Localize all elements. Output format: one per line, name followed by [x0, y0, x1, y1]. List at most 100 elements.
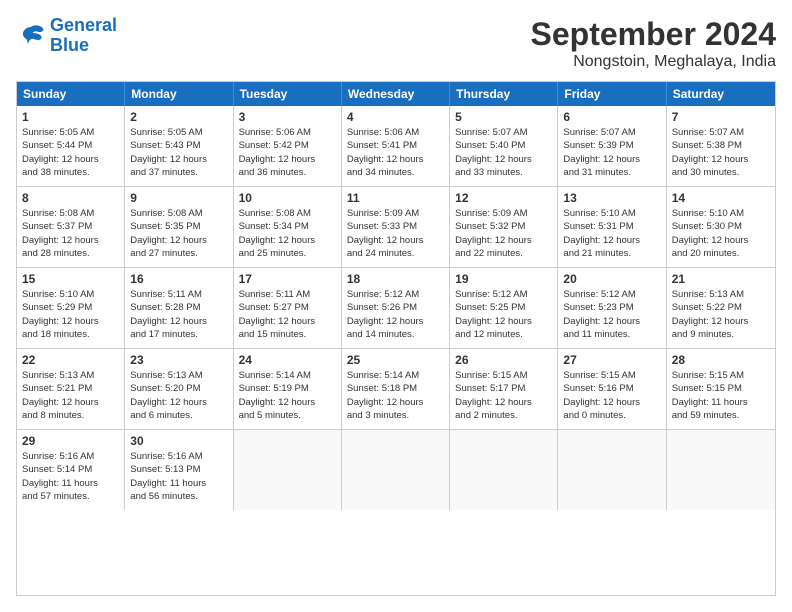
day-number: 3	[239, 110, 336, 124]
calendar-cell: 9Sunrise: 5:08 AMSunset: 5:35 PMDaylight…	[125, 187, 233, 267]
calendar-cell: 1Sunrise: 5:05 AMSunset: 5:44 PMDaylight…	[17, 106, 125, 186]
day-info-line: Sunset: 5:44 PM	[22, 139, 119, 152]
day-number: 9	[130, 191, 227, 205]
day-info-line: Sunset: 5:13 PM	[130, 463, 227, 476]
day-info-line: Sunset: 5:29 PM	[22, 301, 119, 314]
day-number: 15	[22, 272, 119, 286]
day-info-line: and 25 minutes.	[239, 247, 336, 260]
calendar-cell: 27Sunrise: 5:15 AMSunset: 5:16 PMDayligh…	[558, 349, 666, 429]
calendar-cell	[234, 430, 342, 510]
day-info-line: Sunset: 5:17 PM	[455, 382, 552, 395]
day-info-line: Sunrise: 5:10 AM	[563, 207, 660, 220]
day-info-line: and 30 minutes.	[672, 166, 770, 179]
calendar-day-header: Thursday	[450, 82, 558, 106]
calendar-cell: 26Sunrise: 5:15 AMSunset: 5:17 PMDayligh…	[450, 349, 558, 429]
logo: General Blue	[16, 16, 117, 56]
day-info-line: Sunset: 5:28 PM	[130, 301, 227, 314]
day-info-line: Sunrise: 5:06 AM	[239, 126, 336, 139]
day-number: 17	[239, 272, 336, 286]
day-number: 14	[672, 191, 770, 205]
day-info-line: and 34 minutes.	[347, 166, 444, 179]
day-number: 24	[239, 353, 336, 367]
day-number: 2	[130, 110, 227, 124]
day-number: 18	[347, 272, 444, 286]
calendar-day-header: Friday	[558, 82, 666, 106]
day-info-line: Sunrise: 5:10 AM	[672, 207, 770, 220]
day-info-line: Daylight: 12 hours	[347, 234, 444, 247]
day-info-line: Sunset: 5:14 PM	[22, 463, 119, 476]
day-info-line: and 12 minutes.	[455, 328, 552, 341]
day-number: 27	[563, 353, 660, 367]
day-info-line: Daylight: 12 hours	[672, 315, 770, 328]
day-info-line: Sunset: 5:33 PM	[347, 220, 444, 233]
title-block: September 2024 Nongstoin, Meghalaya, Ind…	[531, 16, 776, 71]
day-info-line: Sunset: 5:18 PM	[347, 382, 444, 395]
day-info-line: Sunrise: 5:13 AM	[130, 369, 227, 382]
calendar-cell: 23Sunrise: 5:13 AMSunset: 5:20 PMDayligh…	[125, 349, 233, 429]
calendar-day-header: Monday	[125, 82, 233, 106]
day-info-line: Sunrise: 5:11 AM	[239, 288, 336, 301]
day-info-line: and 59 minutes.	[672, 409, 770, 422]
day-info-line: Daylight: 12 hours	[130, 234, 227, 247]
day-info-line: Sunrise: 5:06 AM	[347, 126, 444, 139]
day-number: 19	[455, 272, 552, 286]
day-info-line: Sunrise: 5:08 AM	[22, 207, 119, 220]
day-info-line: Sunrise: 5:12 AM	[455, 288, 552, 301]
day-info-line: and 37 minutes.	[130, 166, 227, 179]
day-info-line: Daylight: 12 hours	[455, 234, 552, 247]
day-info-line: Sunrise: 5:15 AM	[563, 369, 660, 382]
day-number: 29	[22, 434, 119, 448]
day-info-line: Daylight: 12 hours	[563, 396, 660, 409]
day-info-line: Daylight: 12 hours	[239, 234, 336, 247]
day-info-line: Daylight: 12 hours	[672, 234, 770, 247]
day-number: 26	[455, 353, 552, 367]
calendar-cell: 21Sunrise: 5:13 AMSunset: 5:22 PMDayligh…	[667, 268, 775, 348]
calendar-cell	[342, 430, 450, 510]
day-info-line: and 3 minutes.	[347, 409, 444, 422]
calendar-cell: 14 Sunrise: 5:10 AMSunset: 5:30 PMDayligh…	[667, 187, 775, 267]
calendar-cell: 3Sunrise: 5:06 AMSunset: 5:42 PMDaylight…	[234, 106, 342, 186]
day-info-line: Sunset: 5:37 PM	[22, 220, 119, 233]
day-info-line: Sunrise: 5:09 AM	[455, 207, 552, 220]
day-number: 20	[563, 272, 660, 286]
day-info-line: Daylight: 12 hours	[239, 315, 336, 328]
day-info-line: Daylight: 11 hours	[130, 477, 227, 490]
day-info-line: and 21 minutes.	[563, 247, 660, 260]
day-number: 8	[22, 191, 119, 205]
page-title: September 2024	[531, 16, 776, 53]
day-info-line: Sunset: 5:38 PM	[672, 139, 770, 152]
day-info-line: Sunrise: 5:13 AM	[672, 288, 770, 301]
day-info-line: and 17 minutes.	[130, 328, 227, 341]
day-info-line: and 0 minutes.	[563, 409, 660, 422]
day-info-line: Daylight: 12 hours	[22, 153, 119, 166]
day-info-line: Sunrise: 5:13 AM	[22, 369, 119, 382]
page-subtitle: Nongstoin, Meghalaya, India	[531, 53, 776, 71]
day-info-line: and 28 minutes.	[22, 247, 119, 260]
day-info-line: Sunrise: 5:16 AM	[22, 450, 119, 463]
calendar-day-header: Wednesday	[342, 82, 450, 106]
calendar-cell: 2Sunrise: 5:05 AMSunset: 5:43 PMDaylight…	[125, 106, 233, 186]
day-info-line: Sunset: 5:30 PM	[672, 220, 770, 233]
page-header: General Blue September 2024 Nongstoin, M…	[16, 16, 776, 71]
day-info-line: Sunset: 5:35 PM	[130, 220, 227, 233]
calendar-week-row: 1Sunrise: 5:05 AMSunset: 5:44 PMDaylight…	[17, 106, 775, 187]
day-info-line: Daylight: 12 hours	[563, 315, 660, 328]
day-info-line: Sunrise: 5:10 AM	[22, 288, 119, 301]
logo-bird-icon	[16, 21, 46, 51]
day-info-line: Sunset: 5:34 PM	[239, 220, 336, 233]
day-info-line: Daylight: 12 hours	[347, 153, 444, 166]
day-info-line: and 20 minutes.	[672, 247, 770, 260]
calendar-cell: 28Sunrise: 5:15 AMSunset: 5:15 PMDayligh…	[667, 349, 775, 429]
logo-text: General Blue	[50, 16, 117, 56]
day-info-line: Daylight: 12 hours	[239, 396, 336, 409]
day-number: 30	[130, 434, 227, 448]
calendar-cell: 5Sunrise: 5:07 AMSunset: 5:40 PMDaylight…	[450, 106, 558, 186]
day-info-line: and 36 minutes.	[239, 166, 336, 179]
day-info-line: Daylight: 12 hours	[672, 153, 770, 166]
calendar: SundayMondayTuesdayWednesdayThursdayFrid…	[16, 81, 776, 596]
day-info-line: and 27 minutes.	[130, 247, 227, 260]
day-info-line: Sunset: 5:41 PM	[347, 139, 444, 152]
day-info-line: Sunrise: 5:07 AM	[563, 126, 660, 139]
day-info-line: Sunset: 5:15 PM	[672, 382, 770, 395]
day-info-line: Sunset: 5:19 PM	[239, 382, 336, 395]
